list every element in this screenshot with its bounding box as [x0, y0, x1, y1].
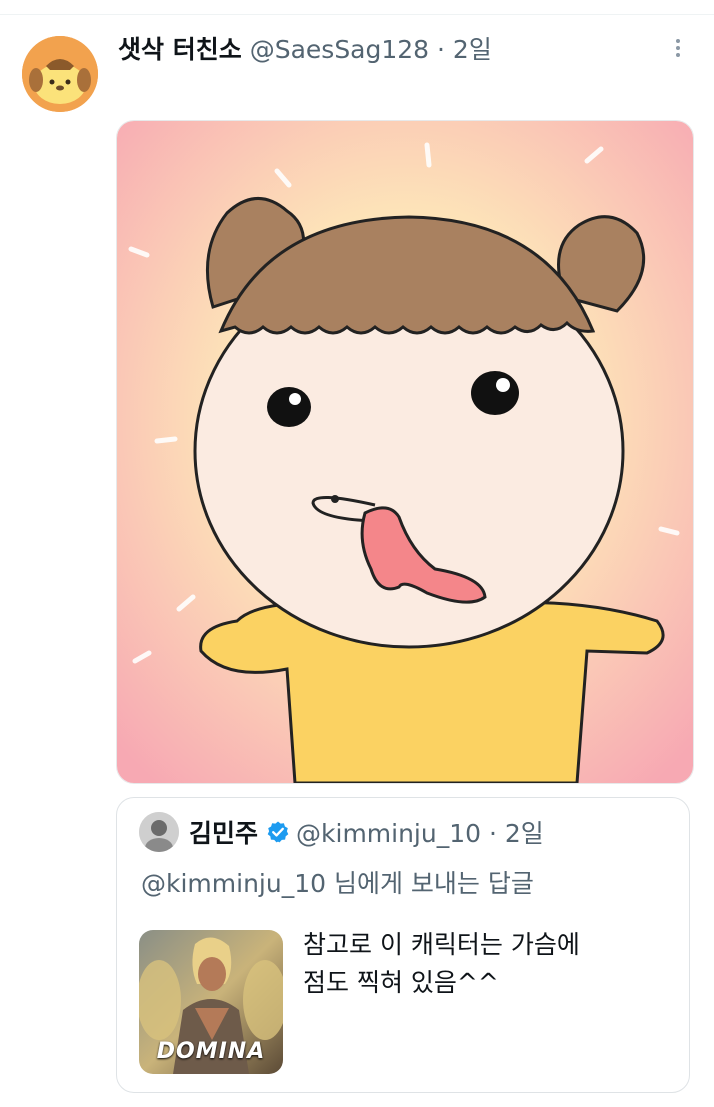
tweet-media-image[interactable]: [116, 120, 694, 784]
quoted-text-line-1: 참고로 이 캐릭터는 가슴에: [303, 930, 580, 959]
author-name[interactable]: 샛삭 터친소: [118, 30, 242, 66]
author-avatar[interactable]: [22, 36, 98, 112]
thumbnail-logo-text: DOMINA: [156, 1039, 266, 1064]
reply-context[interactable]: @kimminju_10 님에게 보내는 답글: [141, 864, 534, 900]
quoted-tweet-card[interactable]: 김민주 @kimminju_10 · 2일 @kimminju_10 님에게 보…: [116, 797, 690, 1093]
top-divider: [0, 14, 714, 15]
quoted-text-line-2: 점도 찍혀 있음^^: [303, 968, 499, 997]
quoted-author-avatar[interactable]: [139, 812, 179, 852]
verified-badge-icon: [266, 820, 290, 844]
quoted-author-name[interactable]: 김민주: [189, 814, 258, 850]
quoted-header: 김민주 @kimminju_10 · 2일: [189, 812, 544, 852]
quoted-media-thumbnail[interactable]: DOMINA: [139, 930, 283, 1074]
quoted-tweet-text: 참고로 이 캐릭터는 가슴에 점도 찍혀 있음^^: [303, 926, 673, 1002]
user-photo-icon: [139, 812, 179, 852]
quoted-handle-time[interactable]: @kimminju_10 · 2일: [296, 814, 544, 850]
pompompurin-avatar-icon: [22, 36, 98, 112]
author-handle-time[interactable]: @SaesSag128 · 2일: [250, 30, 492, 66]
more-options-icon[interactable]: [666, 36, 690, 64]
cartoon-character-illustration: [117, 121, 693, 783]
tweet-header: 샛삭 터친소 @SaesSag128 · 2일: [118, 30, 492, 66]
